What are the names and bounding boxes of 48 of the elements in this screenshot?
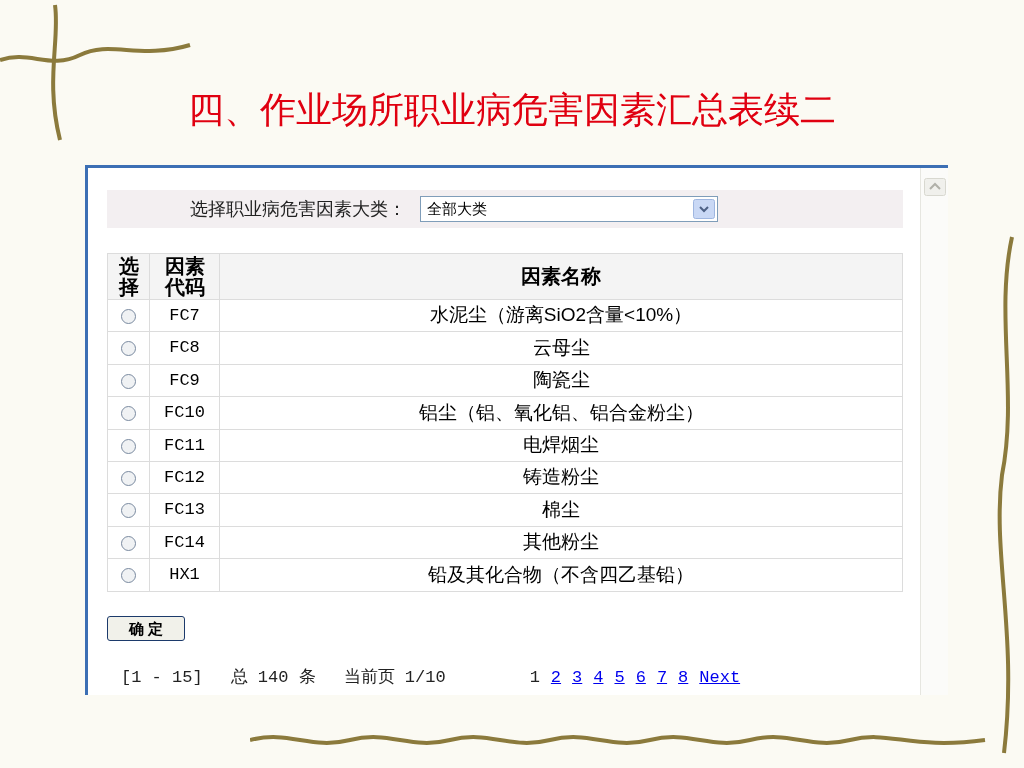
- table-cell: 铝尘（铝、氧化铝、铝合金粉尘）: [219, 396, 903, 430]
- table-cell: 陶瓷尘: [219, 364, 903, 397]
- page-link[interactable]: 3: [572, 664, 583, 690]
- table-cell: FC7: [149, 299, 220, 332]
- table-cell: 铅及其化合物（不含四乙基铅）: [219, 558, 903, 591]
- table-cell: FC10: [149, 396, 220, 430]
- table-cell: FC14: [149, 526, 220, 559]
- radio-button[interactable]: [121, 341, 136, 357]
- table-cell: 棉尘: [219, 493, 903, 527]
- radio-button[interactable]: [121, 406, 136, 422]
- table-cell: HX1: [149, 558, 220, 591]
- table-cell: 云母尘: [219, 331, 903, 365]
- page-link[interactable]: 4: [593, 664, 604, 690]
- page-link[interactable]: 2: [550, 664, 562, 690]
- chevron-down-icon: [693, 199, 715, 219]
- radio-button[interactable]: [121, 470, 136, 486]
- radio-button[interactable]: [121, 373, 136, 389]
- table-cell: FC8: [149, 331, 220, 365]
- table-cell: 铸造粉尘: [219, 461, 903, 494]
- next-link[interactable]: Next: [699, 664, 741, 690]
- table-cell: 电焊烟尘: [219, 429, 903, 462]
- column-header: 因素代码: [149, 253, 220, 300]
- page-link[interactable]: 6: [635, 664, 646, 690]
- radio-button[interactable]: [121, 568, 136, 584]
- confirm-button[interactable]: 确 定: [107, 615, 185, 641]
- scroll-up-icon[interactable]: [923, 178, 946, 196]
- table-cell: 水泥尘（游离SiO2含量<10%）: [219, 299, 903, 332]
- table-cell: 其他粉尘: [219, 526, 903, 559]
- total-count: 总 140 条: [230, 666, 316, 689]
- page-link[interactable]: 7: [656, 664, 668, 690]
- filter-label: 选择职业病危害因素大类：: [190, 197, 406, 221]
- current-page-number: 1: [529, 666, 540, 689]
- page-link[interactable]: 5: [614, 664, 625, 690]
- radio-button[interactable]: [121, 308, 136, 324]
- current-page: 当前页 1/10: [343, 666, 446, 689]
- radio-button[interactable]: [121, 535, 136, 551]
- column-header: 选择: [107, 253, 150, 300]
- record-range: [1 - 15]: [121, 666, 203, 689]
- radio-button[interactable]: [121, 503, 136, 519]
- category-dropdown[interactable]: 全部大类: [420, 196, 718, 222]
- slide-title: 四、作业场所职业病危害因素汇总表续二: [188, 89, 836, 132]
- table-cell: FC11: [149, 429, 220, 462]
- table-cell: FC9: [149, 364, 220, 397]
- page-link[interactable]: 8: [678, 664, 689, 690]
- table-cell: FC13: [149, 493, 220, 527]
- column-header: 因素名称: [219, 253, 903, 300]
- radio-button[interactable]: [121, 438, 136, 454]
- table-cell: FC12: [149, 461, 220, 494]
